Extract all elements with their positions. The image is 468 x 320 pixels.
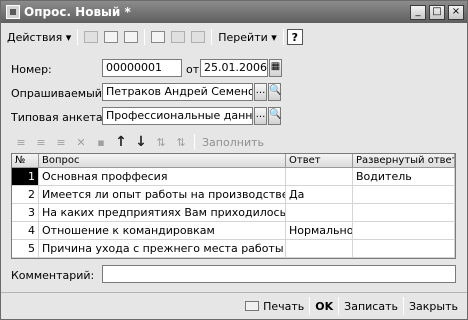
actions-label: Действия (7, 30, 63, 44)
number-label: Номер: (11, 63, 52, 76)
row-number[interactable]: 4 (12, 222, 39, 239)
minimize-button[interactable]: _ (410, 4, 426, 20)
copy-icon[interactable] (168, 27, 188, 47)
row-answer[interactable]: Нормальное (286, 222, 353, 239)
row-question[interactable]: Основная проффесия (39, 168, 286, 185)
table-row[interactable]: 5 Причина ухода с прежнего места работы (12, 240, 455, 258)
swap-icon[interactable] (121, 27, 141, 47)
row-detail[interactable] (353, 186, 455, 203)
column-header-answer[interactable]: Ответ (286, 154, 353, 167)
title-bar[interactable]: Опрос. Новый * _ □ × (1, 1, 467, 23)
comment-field[interactable] (102, 265, 456, 283)
toolbar-divider (194, 134, 195, 150)
move-down-icon[interactable]: ↓ (131, 133, 151, 151)
template-label: Типовая анкета: (11, 111, 107, 124)
questions-table: № Вопрос Ответ Развернутый ответ 1 Основ… (11, 153, 456, 259)
add-row-icon[interactable]: ≡ (11, 133, 31, 151)
row-number[interactable]: 1 (12, 168, 39, 185)
ok-button[interactable]: OK (310, 295, 338, 317)
table-row[interactable]: 4 Отношение к командировкам Нормальное (12, 222, 455, 240)
goto-menu[interactable]: Перейти ▾ (215, 27, 280, 47)
chevron-down-icon: ▾ (65, 30, 72, 44)
toolbar-divider (144, 29, 146, 45)
respondent-label: Опрашиваемый: (11, 87, 106, 100)
search-icon[interactable]: 🔍 (268, 107, 281, 125)
date-field[interactable]: 25.01.2006 (200, 59, 268, 77)
column-header-question[interactable]: Вопрос (39, 154, 286, 167)
maximize-button[interactable]: □ (429, 4, 445, 20)
toolbar-divider (282, 29, 284, 45)
print-label: Печать (263, 299, 305, 313)
goto-label: Перейти (218, 30, 268, 44)
help-button[interactable]: ? (286, 29, 303, 45)
row-number[interactable]: 3 (12, 204, 39, 221)
row-detail[interactable] (353, 204, 455, 221)
main-toolbar: Действия ▾ Перейти ▾ ? (4, 26, 464, 48)
fill-button[interactable]: Заполнить (198, 136, 264, 149)
number-field[interactable]: 00000001 (102, 59, 182, 77)
table-toolbar: ≡ ≡ ≡ ✕ ▪ ↑ ↓ ⇅ ⇅ Заполнить (11, 132, 264, 152)
row-number[interactable]: 5 (12, 240, 39, 257)
row-question[interactable]: Причина ухода с прежнего места работы (39, 240, 286, 257)
copy-row-icon[interactable]: ≡ (31, 133, 51, 151)
row-number[interactable]: 2 (12, 186, 39, 203)
row-answer[interactable] (286, 204, 353, 221)
sort-asc-icon[interactable]: ⇅ (151, 133, 171, 151)
move-up-icon[interactable]: ↑ (111, 133, 131, 151)
template-field[interactable]: Профессиональные данные (102, 107, 253, 125)
back-icon[interactable] (81, 27, 101, 47)
table-row[interactable]: 2 Имеется ли опыт работы на производстве… (12, 186, 455, 204)
search-icon[interactable]: 🔍 (268, 83, 281, 101)
row-detail[interactable]: Водитель (353, 168, 455, 185)
print-button[interactable]: Печать (240, 295, 309, 317)
toolbar-divider (211, 29, 213, 45)
comment-label: Комментарий: (11, 269, 95, 282)
respondent-field[interactable]: Петраков Андрей Семенович (102, 83, 253, 101)
row-question[interactable]: На каких предприятиях Вам приходилось ра… (39, 204, 286, 221)
close-form-button[interactable]: Закрыть (404, 295, 463, 317)
toolbar-divider (77, 29, 79, 45)
table-row[interactable]: 3 На каких предприятиях Вам приходилось … (12, 204, 455, 222)
column-header-detail[interactable]: Развернутый ответ (353, 154, 455, 167)
app-icon (6, 5, 20, 19)
row-answer[interactable]: Да (286, 186, 353, 203)
footer-bar: Печать OK Записать Закрыть (1, 292, 467, 319)
row-question[interactable]: Отношение к командировкам (39, 222, 286, 239)
row-detail[interactable] (353, 240, 455, 257)
edit-row-icon[interactable]: ≡ (51, 133, 71, 151)
actions-menu[interactable]: Действия ▾ (4, 27, 74, 47)
document-window: Опрос. Новый * _ □ × Действия ▾ Перейти … (0, 0, 468, 320)
table-header: № Вопрос Ответ Развернутый ответ (12, 154, 455, 168)
document-icon[interactable] (101, 27, 121, 47)
close-button[interactable]: × (448, 4, 464, 20)
table-row[interactable]: 1 Основная проффесия Водитель (12, 168, 455, 186)
respondent-select-button[interactable]: ... (254, 83, 267, 101)
row-question[interactable]: Имеется ли опыт работы на производстве? (39, 186, 286, 203)
row-detail[interactable] (353, 222, 455, 239)
end-edit-icon[interactable]: ▪ (91, 133, 111, 151)
calendar-icon[interactable]: ▦ (269, 59, 282, 77)
delete-row-icon[interactable]: ✕ (71, 133, 91, 151)
structure-icon[interactable] (188, 27, 208, 47)
window-title: Опрос. Новый * (24, 5, 131, 19)
chevron-down-icon: ▾ (271, 30, 277, 44)
column-header-number[interactable]: № (12, 154, 39, 167)
post-icon[interactable] (148, 27, 168, 47)
row-answer[interactable] (286, 168, 353, 185)
printer-icon (245, 301, 260, 311)
template-select-button[interactable]: ... (254, 107, 267, 125)
save-button[interactable]: Записать (339, 295, 403, 317)
sort-desc-icon[interactable]: ⇅ (171, 133, 191, 151)
row-answer[interactable] (286, 240, 353, 257)
